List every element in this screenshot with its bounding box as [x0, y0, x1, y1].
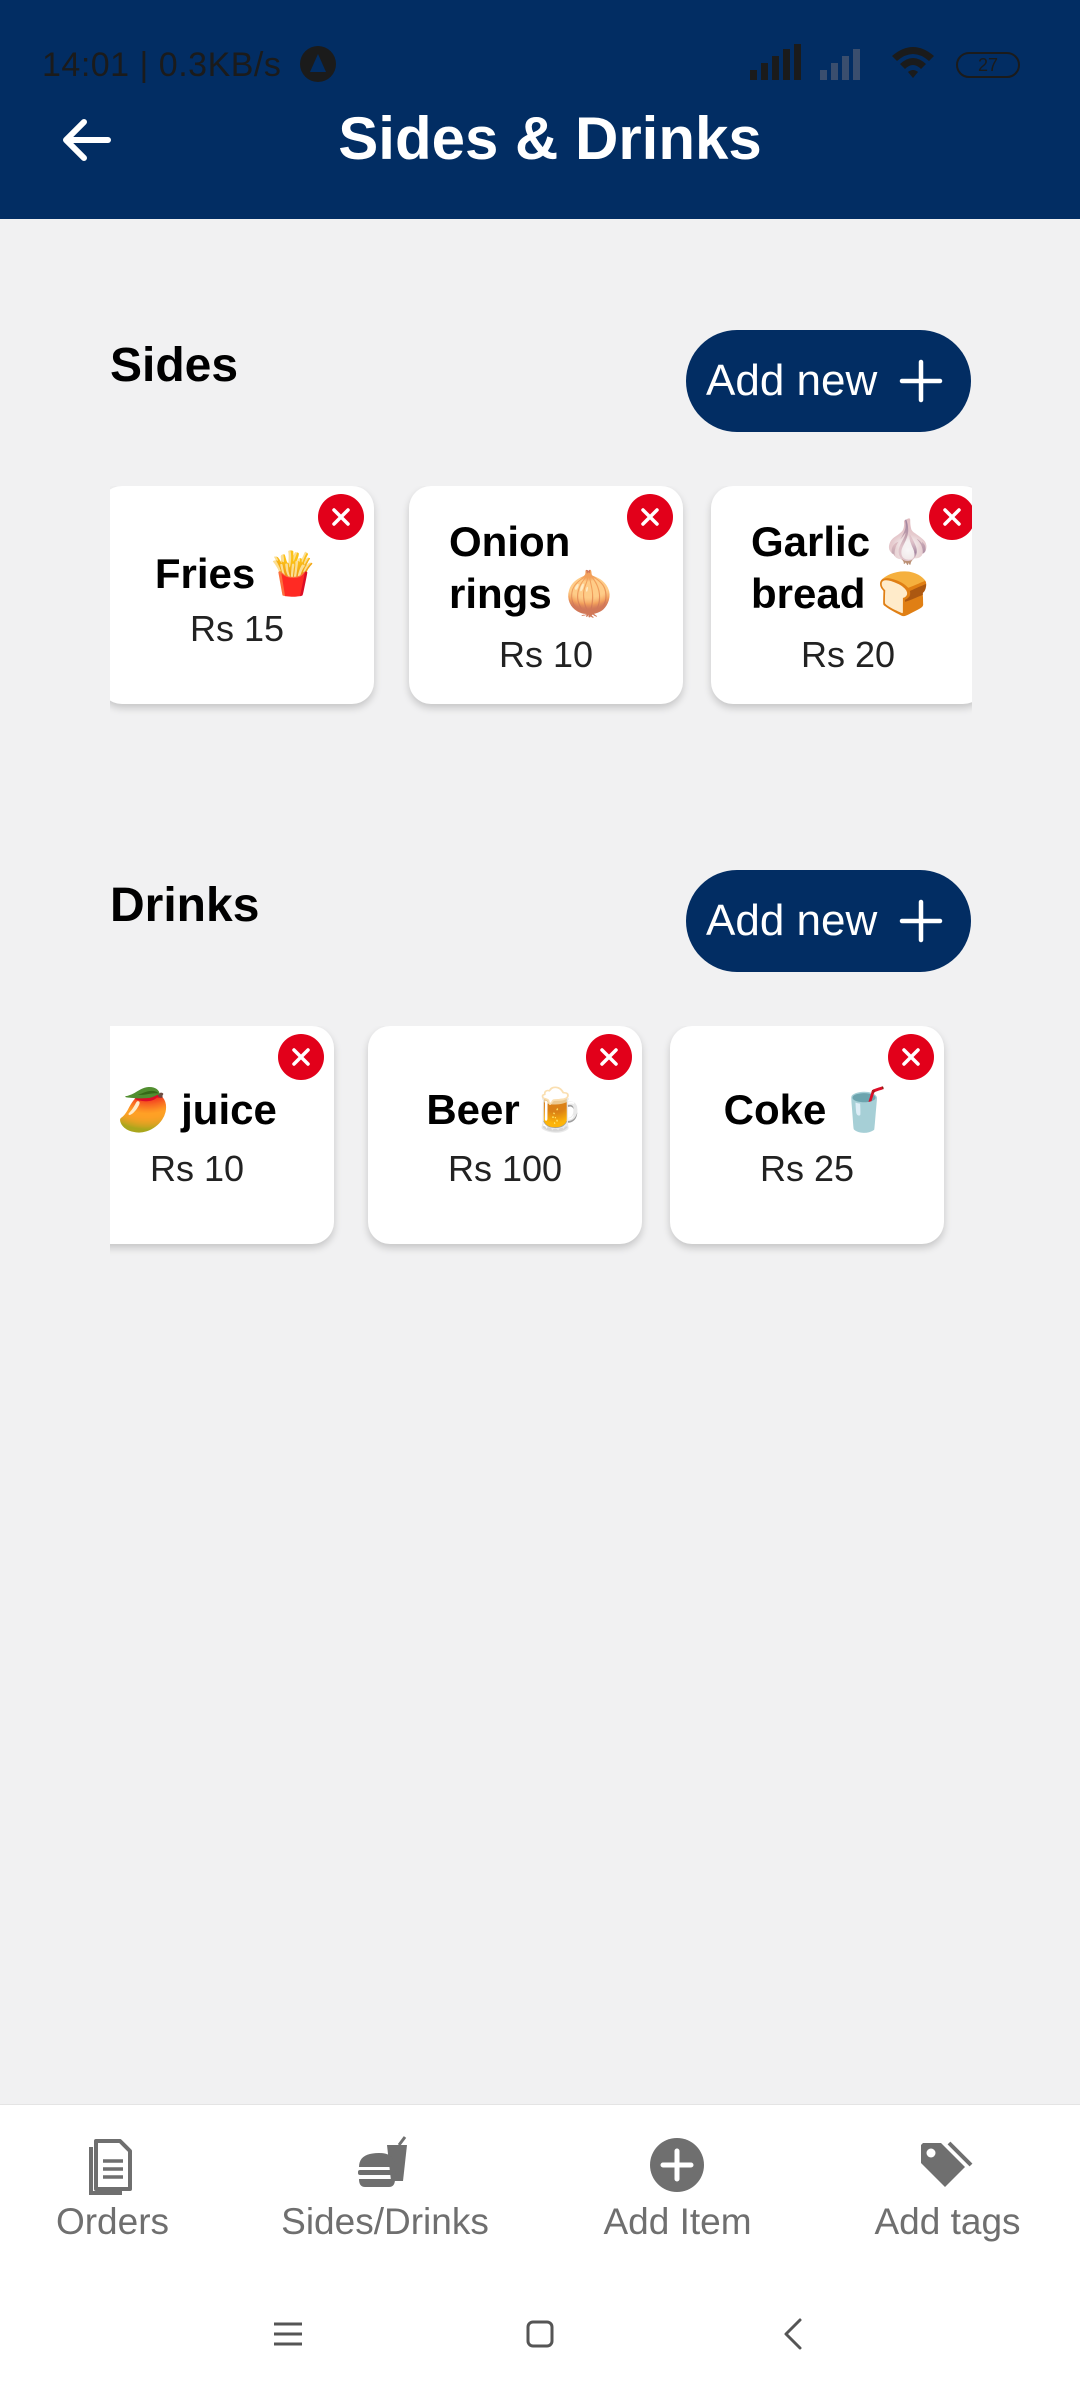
drinks-list: 🥭 juice Rs 10 Beer 🍺 Rs 100 Coke 🥤 Rs 25: [110, 1026, 972, 1266]
nav-label: Add Item: [603, 2201, 752, 2242]
sides-list: Fries 🍟 Rs 15 Onion rings 🧅 Rs 10 Garlic…: [110, 486, 972, 726]
close-icon: [641, 508, 659, 526]
drink-card-mango-juice[interactable]: 🥭 juice Rs 10: [110, 1026, 334, 1244]
drink-price: Rs 25: [759, 1148, 855, 1189]
close-icon: [332, 508, 350, 526]
nav-item-add-tags[interactable]: Add tags: [850, 2105, 1045, 2275]
remove-drink-button[interactable]: [888, 1034, 934, 1080]
remove-side-button[interactable]: [318, 494, 364, 540]
bottom-nav: Orders Sides/Drinks Add Item Add tags: [0, 2104, 1080, 2274]
signal-2-icon: [820, 44, 872, 80]
remove-side-button[interactable]: [627, 494, 673, 540]
status-indicators: 27: [750, 44, 1040, 84]
close-icon: [600, 1048, 618, 1066]
status-bar: 14:01 | 0.3KB/s 27: [0, 40, 1080, 90]
status-time: 14:01 | 0.3KB/s: [42, 46, 282, 84]
close-icon: [902, 1048, 920, 1066]
side-name: Garlic 🧄 bread 🍞: [751, 518, 935, 617]
add-side-label: Add new: [706, 356, 878, 405]
side-name: Fries 🍟: [154, 550, 320, 597]
plus-icon: [899, 359, 943, 403]
menu-icon[interactable]: [270, 2316, 306, 2352]
tag-icon: [921, 2141, 973, 2187]
close-icon: [943, 508, 961, 526]
add-drink-button[interactable]: Add new: [686, 870, 971, 972]
drink-name: Coke 🥤: [723, 1086, 891, 1133]
sides-section-title: Sides: [110, 339, 239, 392]
wifi-icon: [892, 47, 934, 78]
drink-price: Rs 10: [149, 1148, 245, 1189]
remove-drink-button[interactable]: [278, 1034, 324, 1080]
drink-card-coke[interactable]: Coke 🥤 Rs 25: [670, 1026, 944, 1244]
app-header: 14:01 | 0.3KB/s 27 Sides & Drinks: [0, 0, 1080, 219]
drink-name: Beer 🍺: [426, 1086, 584, 1133]
document-icon: [89, 2139, 132, 2195]
home-icon[interactable]: [522, 2316, 558, 2352]
drinks-section-title: Drinks: [110, 879, 260, 932]
nav-item-sides-drinks[interactable]: Sides/Drinks: [255, 2105, 515, 2275]
side-price: Rs 10: [498, 634, 594, 675]
drink-card-beer[interactable]: Beer 🍺 Rs 100: [368, 1026, 642, 1244]
battery-icon: 27: [956, 52, 1020, 78]
add-side-button[interactable]: Add new: [686, 330, 971, 432]
back-icon[interactable]: [776, 2316, 812, 2352]
remove-drink-button[interactable]: [586, 1034, 632, 1080]
add-circle-icon: [650, 2138, 704, 2192]
page-title: Sides & Drinks: [338, 105, 762, 172]
drink-price: Rs 100: [447, 1148, 563, 1189]
remove-side-button[interactable]: [929, 494, 972, 540]
nav-label: Add tags: [874, 2201, 1021, 2242]
nav-item-orders[interactable]: Orders: [20, 2105, 205, 2275]
system-nav-bar: [0, 2274, 1080, 2400]
side-name: Onion rings 🧅: [449, 518, 616, 617]
side-price: Rs 15: [189, 608, 285, 649]
drink-name: 🥭 juice: [117, 1086, 277, 1133]
nav-label: Orders: [55, 2201, 170, 2242]
nav-item-add-item[interactable]: Add Item: [580, 2105, 775, 2275]
side-price: Rs 20: [800, 634, 896, 675]
close-icon: [292, 1048, 310, 1066]
nav-label: Sides/Drinks: [281, 2201, 489, 2242]
add-drink-label: Add new: [706, 896, 878, 945]
side-card-garlic-bread[interactable]: Garlic 🧄 bread 🍞 Rs 20: [711, 486, 972, 704]
signal-icon: [750, 44, 802, 80]
burger-drink-icon: [358, 2136, 407, 2187]
app-notification-icon: [300, 46, 336, 82]
plus-icon: [899, 899, 943, 943]
side-card-onion-rings[interactable]: Onion rings 🧅 Rs 10: [409, 486, 683, 704]
side-card-fries[interactable]: Fries 🍟 Rs 15: [110, 486, 374, 704]
